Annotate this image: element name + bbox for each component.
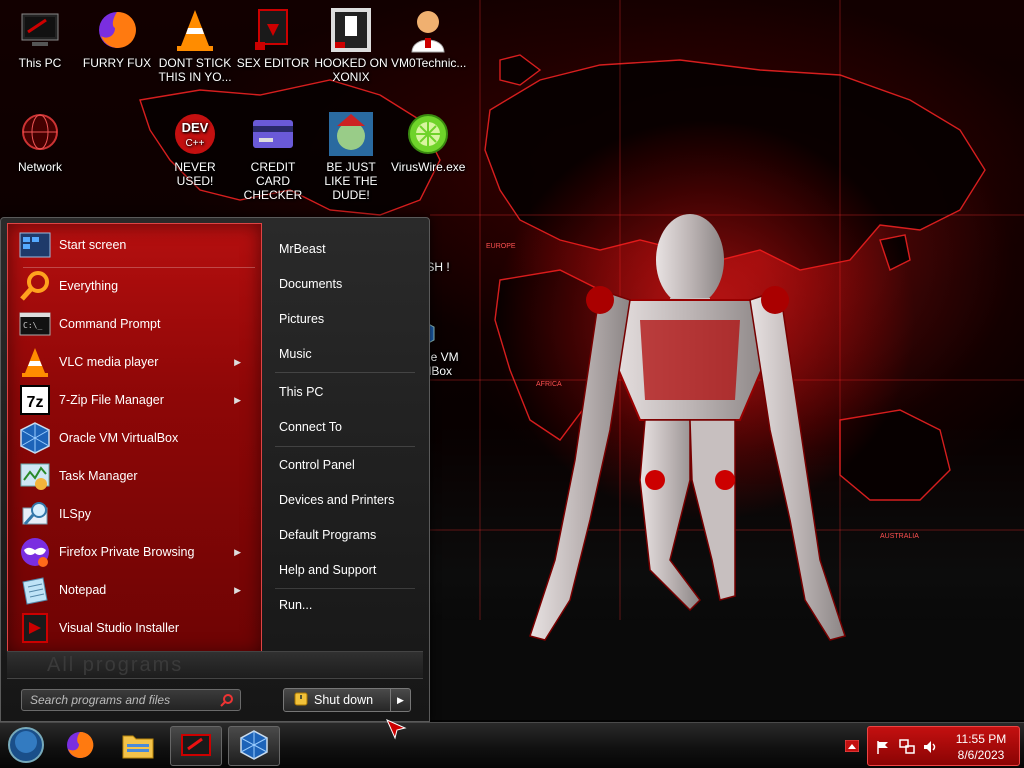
right-item-mrbeast[interactable]: MrBeast [279,239,326,259]
visual-studio-icon [19,612,51,644]
right-item-pictures[interactable]: Pictures [279,309,324,329]
shutdown-options-arrow[interactable]: ▶ [390,689,410,711]
system-tray: 11:55 PM 8/6/2023 [867,726,1020,766]
program-start-screen[interactable]: Start screen [19,226,257,264]
vlc-cone-icon [19,346,51,378]
program-notepad[interactable]: Notepad ▶ [19,571,257,609]
submenu-arrow-icon[interactable]: ▶ [234,357,241,368]
svg-text:7z: 7z [27,394,44,411]
start-menu-right-column: MrBeast Documents Pictures Music This PC… [263,218,423,648]
svg-text:DEV: DEV [182,120,209,135]
clock[interactable]: 11:55 PM 8/6/2023 [949,731,1013,763]
xonix-game-icon [327,6,375,54]
start-orb-icon [6,725,46,768]
doctor-avatar-icon [404,6,452,54]
desktop-icon-network[interactable]: Network [1,110,79,174]
vlc-cone-icon [171,6,219,54]
desktop-icon-vm0technic[interactable]: VM0Technic... [389,6,467,70]
right-item-default-programs[interactable]: Default Programs [279,525,376,545]
program-ilspy[interactable]: ILSpy [19,495,257,533]
desktop-icon-never-used[interactable]: DEV C++ NEVER USED! [156,110,234,188]
firefox-icon [64,729,96,764]
red-app-icon [249,6,297,54]
magnifier-icon [19,270,51,302]
program-task-manager[interactable]: Task Manager [19,457,257,495]
desktop-icon-credit-card-checker[interactable]: CREDIT CARD CHECKER [234,110,312,202]
file-explorer-icon [121,730,155,763]
right-item-music[interactable]: Music [279,344,312,364]
search-icon[interactable] [220,693,234,710]
7zip-icon: 7z [19,384,51,416]
taskbar-virtualbox[interactable] [228,726,280,766]
network-icon[interactable] [899,739,915,758]
right-item-connect-to[interactable]: Connect To [279,417,342,437]
start-screen-icon [19,229,51,261]
firefox-private-icon [19,536,51,568]
shield-icon [294,692,308,709]
credit-card-icon [249,110,297,158]
dev-cpp-icon: DEV C++ [171,110,219,158]
start-button[interactable] [0,726,52,766]
svg-text:C++: C++ [186,138,205,149]
program-virtualbox[interactable]: Oracle VM VirtualBox [19,419,257,457]
taskbar-firefox[interactable] [54,726,106,766]
terminal-icon: C:\_ [19,308,51,340]
right-divider [275,588,415,589]
right-divider [275,446,415,447]
program-command-prompt[interactable]: C:\_ Command Prompt [19,305,257,343]
desktop-icon-this-pc[interactable]: This PC [1,6,79,70]
program-everything[interactable]: Everything [19,267,257,305]
right-divider [275,372,415,373]
program-vlc[interactable]: VLC media player ▶ [19,343,257,381]
notepad-icon [19,574,51,606]
svg-text:C:\_: C:\_ [23,321,42,330]
right-item-devices-printers[interactable]: Devices and Printers [279,490,394,510]
program-firefox-private[interactable]: Firefox Private Browsing ▶ [19,533,257,571]
clock-time: 11:55 PM [955,732,1007,746]
start-search-box[interactable] [21,689,241,711]
network-globe-icon [16,110,64,158]
action-center-flag-icon[interactable] [876,740,890,757]
task-manager-icon [19,460,51,492]
map-label-australia: AUSTRALIA [880,533,919,540]
all-programs-button[interactable]: All programs [7,651,423,679]
notification-flag-icon[interactable] [844,739,860,755]
right-item-run[interactable]: Run... [279,595,312,615]
mouse-cursor [385,718,409,745]
virtualbox-icon [19,422,51,454]
ilspy-icon [19,498,51,530]
clock-date: 8/6/2023 [957,748,1005,762]
shutdown-button[interactable]: Shut down [284,689,390,711]
program-7zip[interactable]: 7z 7-Zip File Manager ▶ [19,381,257,419]
volume-icon[interactable] [922,739,938,758]
desktop-icon-hooked-on-xonix[interactable]: HOOKED ON XONIX [312,6,390,84]
map-label-europe: EUROPE [486,243,516,250]
right-item-help-support[interactable]: Help and Support [279,560,376,580]
desktop-icon-be-just-like[interactable]: BE JUST LIKE THE DUDE! [312,110,390,202]
desktop-icon-dont-stick[interactable]: DONT STICK THIS IN YO... [156,6,234,84]
taskbar-file-explorer[interactable] [112,726,164,766]
right-item-documents[interactable]: Documents [279,274,342,294]
red-app-icon [180,731,212,762]
computer-icon [16,6,64,54]
shutdown-button-group: Shut down ▶ [283,688,411,712]
taskbar: 11:55 PM 8/6/2023 [0,722,1024,768]
right-item-control-panel[interactable]: Control Panel [279,455,355,475]
virtualbox-icon [239,729,269,763]
submenu-arrow-icon[interactable]: ▶ [234,395,241,406]
start-menu: Start screen Everything C:\_ Command Pro… [0,217,430,722]
submenu-arrow-icon[interactable]: ▶ [234,547,241,558]
search-input[interactable] [22,690,212,710]
limewire-icon [404,110,452,158]
program-visual-studio-installer[interactable]: Visual Studio Installer [19,609,257,647]
map-label-africa: AFRICA [536,381,562,388]
taskbar-red-app[interactable] [170,726,222,766]
right-item-this-pc[interactable]: This PC [279,382,323,402]
firefox-icon [93,6,141,54]
submenu-arrow-icon[interactable]: ▶ [234,585,241,596]
desktop-icon-furry-fux[interactable]: FURRY FUX [78,6,156,70]
elf-character-icon [327,110,375,158]
desktop-icon-sex-editor[interactable]: SEX EDITOR [234,6,312,70]
desktop-icon-viruswire[interactable]: VirusWire.exe [389,110,467,174]
